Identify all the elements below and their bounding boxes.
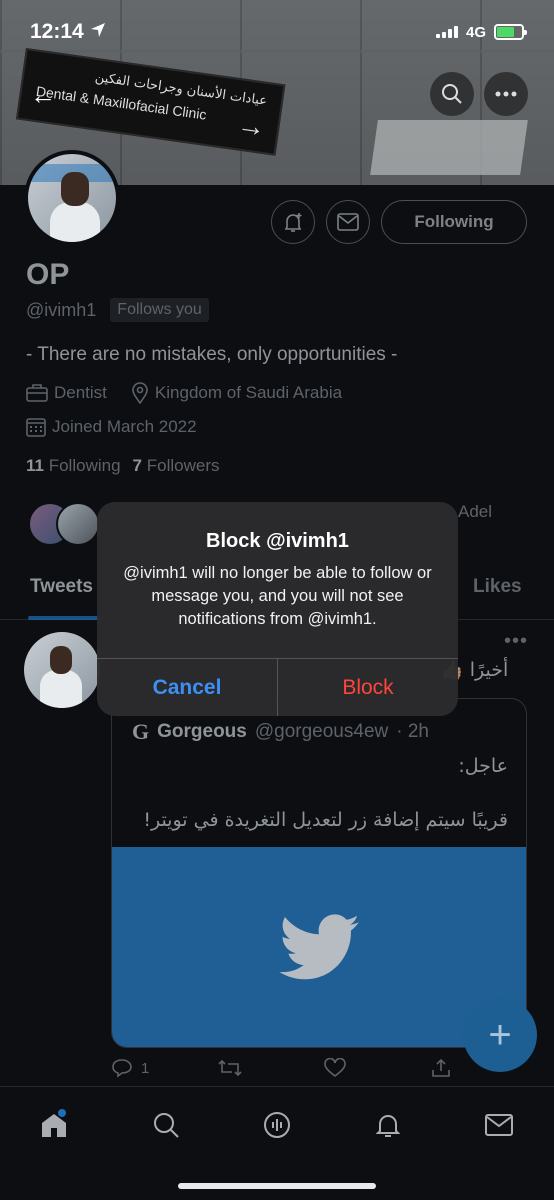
alert-message: @ivimh1 will no longer be able to follow… — [123, 564, 432, 628]
cancel-button[interactable]: Cancel — [97, 659, 277, 716]
alert-title: Block @ivimh1 — [206, 530, 349, 552]
block-alert-dialog: Block @ivimh1 @ivimh1 will no longer be … — [97, 502, 458, 716]
block-button[interactable]: Block — [278, 659, 458, 716]
